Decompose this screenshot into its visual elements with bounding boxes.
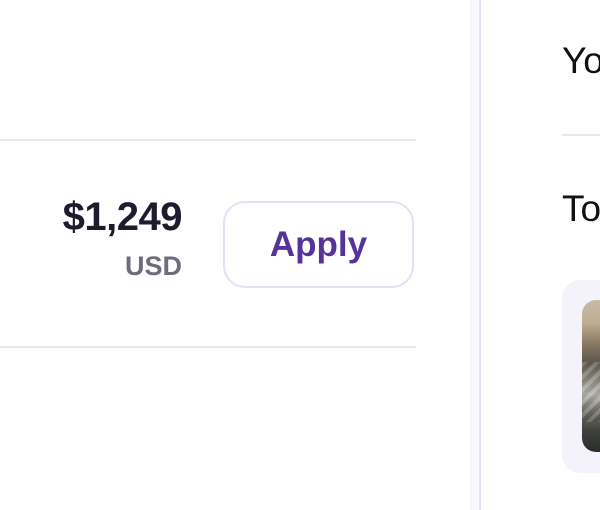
page: $1,249 USD Apply Yo To [0,0,600,510]
price-value: $1,249 [62,195,183,239]
sidebar-border [479,0,481,510]
sidebar-subtitle: To [562,188,600,229]
apply-button[interactable]: Apply [223,201,414,288]
price-block: $1,249 USD [2,193,183,283]
tour-card-image[interactable] [582,300,600,452]
section-divider-top [0,139,416,141]
sidebar-title: Yo [562,40,600,81]
sidebar-divider [562,134,600,136]
main-content: $1,249 USD Apply [0,0,470,510]
apply-button-label: Apply [269,224,368,264]
tour-card[interactable] [562,280,600,473]
right-sidebar: Yo To [470,0,600,510]
currency-label: USD [124,251,182,281]
section-divider-bottom [0,346,416,348]
